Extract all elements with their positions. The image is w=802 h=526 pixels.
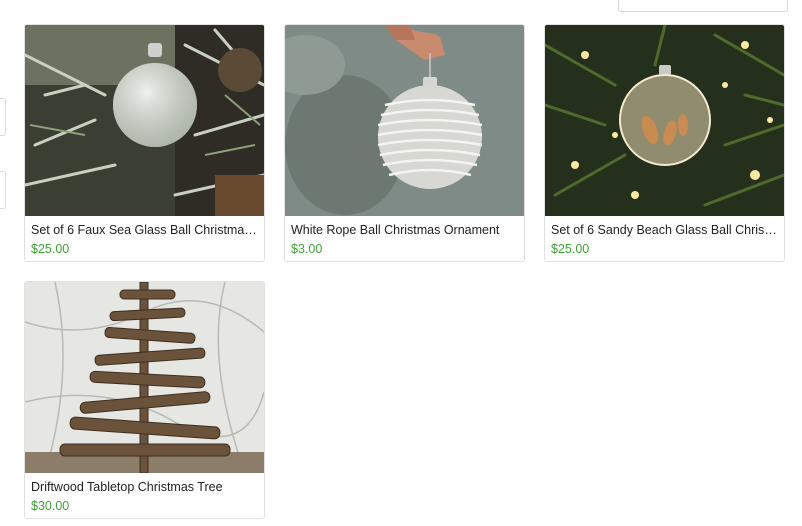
listing-image[interactable] (25, 282, 264, 473)
sidebar-filter-fragment[interactable] (0, 98, 6, 136)
listing-title[interactable]: Set of 6 Faux Sea Glass Ball Christmas O… (31, 222, 257, 238)
sidebar-filter-fragment[interactable] (0, 171, 6, 209)
listing-title[interactable]: Driftwood Tabletop Christmas Tree (31, 479, 257, 495)
listing-title[interactable]: Set of 6 Sandy Beach Glass Ball Christma… (551, 222, 777, 238)
listing-card[interactable]: Set of 6 Faux Sea Glass Ball Christmas O… (24, 24, 265, 262)
listing-card[interactable]: White Rope Ball Christmas Ornament $3.00 (284, 24, 525, 262)
listing-price: $25.00 (551, 242, 590, 256)
listing-image[interactable] (545, 25, 784, 216)
sort-select[interactable] (618, 0, 788, 12)
listing-price: $30.00 (31, 499, 70, 513)
listing-image[interactable] (25, 25, 264, 216)
listing-image[interactable] (285, 25, 524, 216)
listing-card[interactable]: Set of 6 Sandy Beach Glass Ball Christma… (544, 24, 785, 262)
listing-price: $3.00 (291, 242, 323, 256)
listing-card[interactable]: Driftwood Tabletop Christmas Tree $30.00 (24, 281, 265, 519)
listing-price: $25.00 (31, 242, 70, 256)
listing-title[interactable]: White Rope Ball Christmas Ornament (291, 222, 517, 238)
